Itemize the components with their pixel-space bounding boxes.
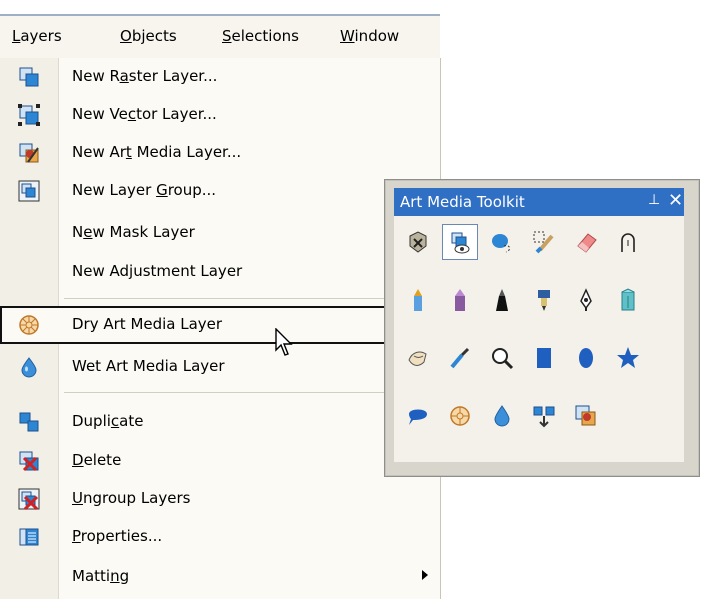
properties-icon (19, 528, 39, 546)
tool-crayon[interactable] (400, 282, 436, 318)
raster-layer-icon (19, 67, 39, 87)
mouse-cursor-icon (275, 328, 293, 356)
toolkit-title-bar[interactable]: Art Media Toolkit ⊥ ✕ (394, 188, 684, 216)
tool-zoom[interactable] (484, 340, 520, 376)
menu-item-matting[interactable]: Matting (0, 558, 440, 596)
tool-pan[interactable] (442, 224, 478, 260)
menu-item-label: Matting (72, 567, 130, 585)
menu-item-label: New Vector Layer... (72, 105, 217, 123)
tool-pastel[interactable] (484, 282, 520, 318)
menu-objects[interactable]: Objects (120, 27, 177, 45)
tool-lasso[interactable] (484, 224, 520, 260)
menu-window[interactable]: Window (340, 27, 399, 45)
menu-item-label: Duplicate (72, 412, 144, 430)
menu-item-dry-art-media-layer[interactable]: Dry Art Media Layer (0, 306, 386, 344)
close-icon[interactable]: ✕ (668, 190, 683, 211)
tool-rectangle[interactable] (526, 340, 562, 376)
menu-layers[interactable]: Layers (12, 27, 62, 45)
menu-item-label: New Raster Layer... (72, 67, 218, 85)
ellipse-icon (579, 348, 593, 368)
star-icon (617, 347, 639, 368)
wet-art-media-icon (21, 357, 37, 378)
pastel-icon (496, 289, 508, 311)
menu-item-new-vector-layer[interactable]: New Vector Layer... (0, 96, 440, 134)
menu-item-new-adjustment-layer[interactable]: New Adjustment Layer (0, 253, 440, 291)
menu-item-label: New Mask Layer (72, 223, 195, 241)
object-picker-icon (409, 231, 427, 253)
tool-dry-art-media[interactable] (442, 398, 478, 434)
menu-item-label: Properties... (72, 527, 163, 545)
menu-item-wet-art-media-layer[interactable]: Wet Art Media Layer (0, 348, 440, 386)
art-media-toolkit-palette: Art Media Toolkit ⊥ ✕ (384, 179, 700, 477)
ungroup-layers-icon (18, 488, 40, 510)
art-media-layer-icon (19, 143, 39, 163)
chalk-icon (455, 289, 465, 311)
speech-bubble-icon (409, 409, 427, 425)
tool-new-art-media-layer[interactable] (568, 398, 604, 434)
menu-item-label: New Layer Group... (72, 181, 217, 199)
tool-wet-art-media[interactable] (484, 398, 520, 434)
tool-text[interactable] (400, 398, 436, 434)
zoom-icon (492, 348, 514, 370)
menu-item-new-raster-layer[interactable]: New Raster Layer... (0, 58, 440, 96)
vector-layer-icon (18, 104, 40, 126)
wet-art-media-icon (494, 405, 510, 427)
menu-item-new-mask-layer[interactable]: New Mask Layer (0, 214, 440, 252)
palette-knife-icon (621, 233, 635, 252)
menu-item-properties[interactable]: Properties... (0, 518, 440, 556)
tool-colored-pencil[interactable] (568, 282, 604, 318)
tool-ellipse[interactable] (568, 340, 604, 376)
tool-marker[interactable] (526, 282, 562, 318)
duplicate-icon (19, 412, 39, 432)
tool-chalk[interactable] (442, 282, 478, 318)
toolkit-title: Art Media Toolkit (400, 193, 525, 211)
tool-star[interactable] (610, 340, 646, 376)
menu-item-new-layer-group[interactable]: New Layer Group... (0, 172, 440, 210)
menu-item-ungroup-layers[interactable]: Ungroup Layers (0, 480, 440, 518)
menu-item-label: New Adjustment Layer (72, 262, 243, 280)
tool-object-picker[interactable] (400, 224, 436, 260)
marquee-brush-icon (533, 231, 554, 254)
toolkit-tools (394, 216, 684, 462)
menu-item-label: Wet Art Media Layer (72, 357, 225, 375)
menu-bar: Layers Objects Selections Window (0, 14, 440, 58)
art-media-layer-icon (575, 405, 596, 426)
rectangle-icon (537, 348, 551, 368)
eraser-icon (577, 233, 597, 253)
menu-item-label: New Art Media Layer... (72, 143, 242, 161)
smudge-icon (408, 351, 427, 366)
layers-dropdown-menu: New Raster Layer... New Vector Layer... … (0, 58, 441, 599)
eyedropper-icon (450, 347, 470, 369)
menu-item-label: Ungroup Layers (72, 489, 191, 507)
oil-brush-icon (621, 288, 635, 311)
pin-icon[interactable]: ⊥ (648, 192, 660, 208)
dry-art-media-icon (450, 406, 470, 426)
menu-item-delete[interactable]: Delete (0, 442, 440, 480)
tool-merge-layers[interactable] (526, 398, 562, 434)
tool-marquee-brush[interactable] (526, 224, 562, 260)
tool-smudge[interactable] (400, 340, 436, 376)
pan-icon (451, 232, 470, 254)
tool-oil-brush[interactable] (610, 282, 646, 318)
marker-icon (538, 290, 550, 311)
menu-item-label: Dry Art Media Layer (72, 315, 223, 333)
dry-art-media-icon (19, 315, 39, 335)
menu-selections[interactable]: Selections (222, 27, 299, 45)
tool-palette-knife[interactable] (610, 224, 646, 260)
layer-group-icon (18, 180, 40, 202)
submenu-arrow-icon (422, 570, 428, 580)
tool-eyedropper[interactable] (442, 340, 478, 376)
lasso-icon (492, 234, 511, 253)
delete-icon (19, 451, 39, 472)
menu-item-duplicate[interactable]: Duplicate (0, 403, 440, 441)
crayon-icon (414, 289, 422, 311)
merge-layers-icon (533, 406, 555, 428)
colored-pencil-icon (580, 288, 592, 311)
menu-item-label: Delete (72, 451, 122, 469)
menu-item-new-art-media-layer[interactable]: New Art Media Layer... (0, 134, 440, 172)
tool-eraser[interactable] (568, 224, 604, 260)
